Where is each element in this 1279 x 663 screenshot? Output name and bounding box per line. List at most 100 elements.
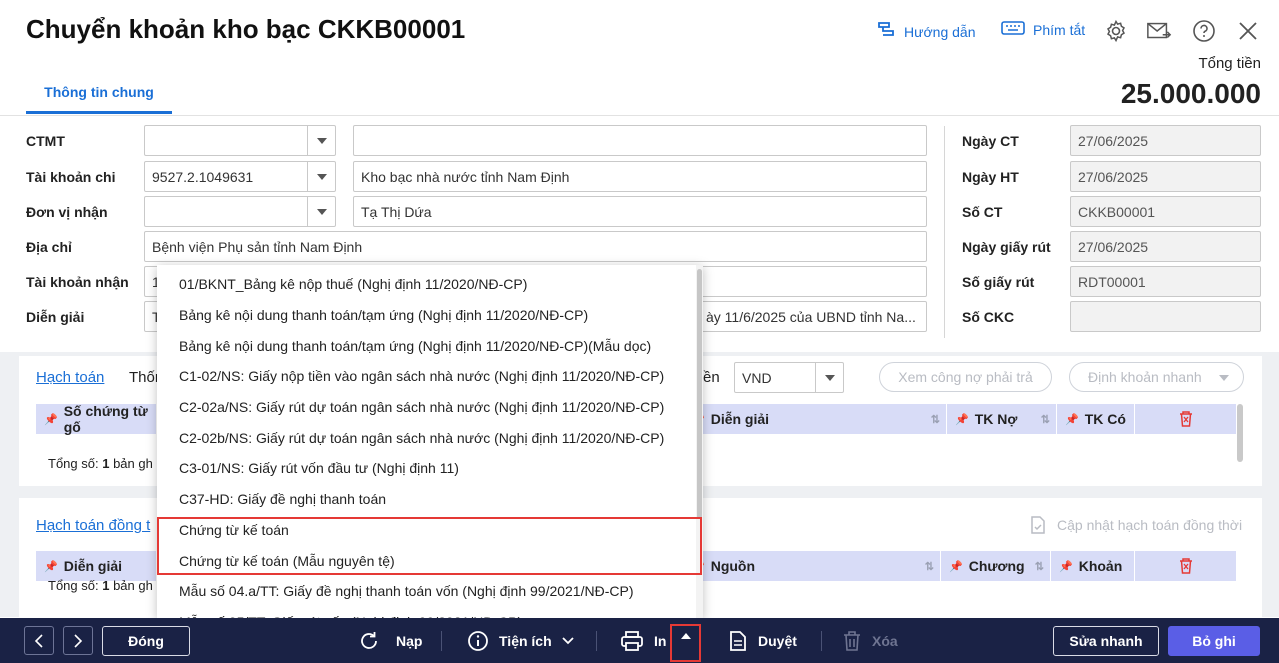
menu-item[interactable]: C2-02a/NS: Giấy rút dự toán ngân sách nh…: [157, 392, 703, 423]
prev-record-button[interactable]: [24, 626, 54, 655]
approve-button[interactable]: Duyệt: [728, 626, 797, 656]
menu-item[interactable]: Mẫu số 05/TT: Giấy rút vốn (Nghị định 99…: [157, 607, 703, 618]
menu-item[interactable]: C37-HD: Giấy đề nghị thanh toán: [157, 484, 703, 515]
hach-toan-total: Tổng số: 1 bản gh: [48, 456, 153, 471]
cap-nhat-button[interactable]: Cập nhật hạch toán đồng thời: [1029, 515, 1242, 535]
ctmt-extra-field[interactable]: [353, 125, 927, 156]
help-icon[interactable]: [1191, 18, 1217, 44]
form-divider: [944, 126, 945, 338]
shortcut-link[interactable]: Phím tắt: [1001, 20, 1085, 39]
col-tk-no[interactable]: 📌 TK Nợ ⇅: [947, 404, 1057, 434]
guide-link[interactable]: Hướng dẫn: [876, 20, 975, 43]
toolbar-divider: [596, 631, 597, 651]
col-tk-co[interactable]: 📌 TK Có: [1057, 404, 1135, 434]
chevron-down-icon[interactable]: [815, 363, 843, 392]
total-label: Tổng tiền: [1198, 55, 1261, 72]
guide-label: Hướng dẫn: [904, 23, 976, 40]
so-ct-label: Số CT: [962, 204, 1003, 220]
update-icon: [1031, 516, 1045, 534]
dien-giai-tail: ày 11/6/2025 của UBND tỉnh Na...: [706, 309, 916, 325]
trash-icon[interactable]: [1135, 404, 1236, 434]
dinh-khoan-label: Định khoản nhanh: [1088, 369, 1202, 385]
dia-chi-label: Địa chỉ: [26, 239, 72, 255]
tab-thong-tin-chung[interactable]: Thông tin chung: [26, 78, 172, 114]
chevron-down-icon: [1219, 375, 1229, 381]
mail-icon[interactable]: [1146, 18, 1172, 44]
col-dien-giai[interactable]: 📌Diễn giải⇅: [683, 404, 947, 434]
close-icon[interactable]: [1235, 18, 1261, 44]
table-scrollbar[interactable]: [1237, 404, 1243, 462]
shortcut-label: Phím tắt: [1033, 21, 1086, 38]
tk-nhan-label: Tài khoản nhận: [26, 274, 129, 290]
chevron-down-icon: [562, 637, 574, 645]
delete-button[interactable]: Xóa: [842, 626, 898, 656]
close-button[interactable]: Đóng: [102, 626, 190, 656]
utility-button[interactable]: Tiện ích: [467, 626, 574, 656]
tab-hach-toan-dong-thoi[interactable]: Hạch toán đồng t: [36, 517, 150, 534]
col-khoan[interactable]: 📌 Khoản: [1051, 551, 1135, 581]
chevron-down-icon[interactable]: [307, 162, 335, 191]
menu-item[interactable]: 01/BKNT_Bảng kê nộp thuế (Nghị định 11/2…: [157, 269, 703, 300]
caret-up-icon: [680, 633, 691, 639]
trash-icon[interactable]: [1135, 551, 1236, 581]
currency-combo[interactable]: VND: [734, 362, 844, 393]
print-options-toggle[interactable]: [670, 624, 701, 662]
unpost-button[interactable]: Bỏ ghi: [1168, 626, 1260, 656]
toolbar-divider: [821, 631, 822, 651]
so-giay-rut-field[interactable]: RDT00001: [1070, 266, 1261, 297]
chevron-down-icon[interactable]: [307, 197, 335, 226]
tk-chi-name-field[interactable]: Kho bạc nhà nước tỉnh Nam Định: [353, 161, 927, 192]
menu-item[interactable]: Mẫu số 04.a/TT: Giấy đề nghị thanh toán …: [157, 576, 703, 607]
chevron-down-icon[interactable]: [307, 126, 335, 155]
menu-item[interactable]: Bảng kê nội dung thanh toán/tạm ứng (Ngh…: [157, 300, 703, 331]
menu-item[interactable]: C1-02/NS: Giấy nộp tiền vào ngân sách nh…: [157, 361, 703, 392]
dia-chi-field[interactable]: Bệnh viện Phụ sản tỉnh Nam Định: [144, 231, 927, 262]
don-vi-name-field[interactable]: Tạ Thị Dứa: [353, 196, 927, 227]
so-ckc-field[interactable]: [1070, 301, 1261, 332]
guide-icon: [876, 20, 896, 43]
ctmt-value: [145, 126, 307, 155]
next-record-button[interactable]: [63, 626, 93, 655]
page-title: Chuyển khoản kho bạc CKKB00001: [26, 14, 466, 44]
highlight-box: [157, 517, 702, 575]
menu-item[interactable]: C2-02b/NS: Giấy rút dự toán ngân sách nh…: [157, 422, 703, 453]
trash-icon: [844, 631, 860, 651]
col-dien-giai-2[interactable]: 📌 Diễn giải: [36, 551, 157, 581]
don-vi-combo[interactable]: [144, 196, 336, 227]
reload-icon: [361, 632, 377, 649]
tk-chi-label: Tài khoản chi: [26, 169, 116, 185]
chevron-right-icon: [74, 633, 83, 648]
so-ct-field[interactable]: CKKB00001: [1070, 196, 1261, 227]
currency-label: ền: [703, 369, 720, 386]
dien-giai-label: Diễn giải: [26, 309, 85, 325]
so-giay-rut-label: Số giấy rút: [962, 274, 1035, 290]
quick-edit-button[interactable]: Sửa nhanh: [1053, 626, 1159, 656]
col-chuong[interactable]: 📌 Chương ⇅: [941, 551, 1051, 581]
print-button[interactable]: In: [620, 626, 666, 656]
total-value: 25.000.000: [1120, 78, 1261, 109]
reload-button[interactable]: Nạp: [358, 626, 422, 656]
menu-scroll-thumb[interactable]: [697, 269, 702, 519]
dinh-khoan-nhanh-button[interactable]: Định khoản nhanh: [1069, 362, 1244, 392]
don-vi-value: [145, 197, 307, 226]
ngay-ct-label: Ngày CT: [962, 133, 1019, 149]
col-nguon[interactable]: 📌Nguồn⇅: [683, 551, 941, 581]
ctmt-combo[interactable]: [144, 125, 336, 156]
menu-item[interactable]: Bảng kê nội dung thanh toán/tạm ứng (Ngh…: [157, 330, 703, 361]
ngay-ht-field[interactable]: 27/06/2025: [1070, 161, 1261, 192]
header-divider: [0, 115, 1279, 116]
keyboard-icon: [1001, 20, 1025, 39]
menu-item[interactable]: C3-01/NS: Giấy rút vốn đầu tư (Nghị định…: [157, 453, 703, 484]
chevron-left-icon: [34, 633, 43, 648]
tab-hach-toan[interactable]: Hạch toán: [36, 369, 104, 386]
ngay-ct-field[interactable]: 27/06/2025: [1070, 125, 1261, 156]
col-so-chung-tu[interactable]: 📌 Số chứng từ gố: [36, 403, 157, 435]
gear-icon[interactable]: [1103, 18, 1129, 44]
ngay-giay-rut-field[interactable]: 27/06/2025: [1070, 231, 1261, 262]
currency-value: VND: [742, 369, 772, 386]
ngay-giay-rut-label: Ngày giấy rút: [962, 239, 1051, 255]
xem-cong-no-button[interactable]: Xem công nợ phải trả: [879, 362, 1052, 392]
toolbar-divider: [441, 631, 442, 651]
ctmt-label: CTMT: [26, 133, 65, 149]
tk-chi-combo[interactable]: 9527.2.1049631: [144, 161, 336, 192]
